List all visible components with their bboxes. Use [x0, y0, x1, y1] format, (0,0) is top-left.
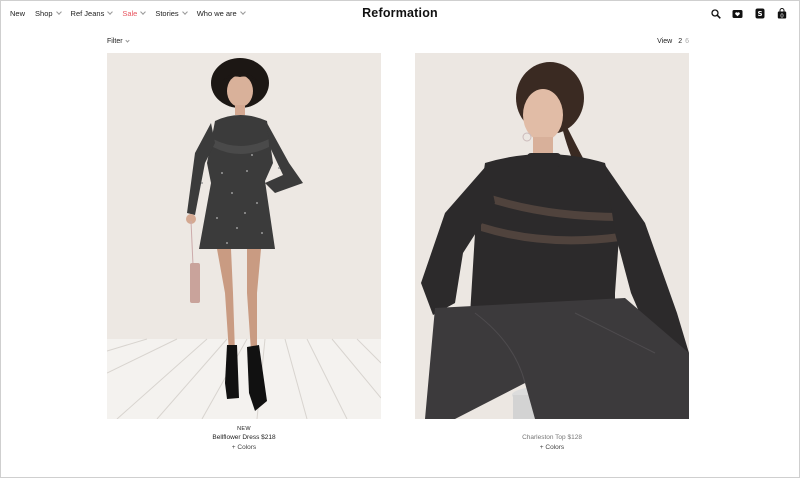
chevron-down-icon — [124, 38, 130, 43]
account-icon[interactable]: S — [754, 8, 765, 19]
brand-logo[interactable]: Reformation — [362, 6, 438, 20]
view-option-6[interactable]: 6 — [685, 38, 689, 45]
svg-text:S: S — [757, 10, 762, 18]
product-image[interactable] — [415, 53, 689, 419]
view-option-2[interactable]: 2 — [678, 38, 682, 45]
new-badge: NEW — [237, 426, 251, 432]
view-label: View — [657, 38, 673, 45]
new-badge — [415, 426, 689, 433]
svg-text:0: 0 — [780, 13, 784, 19]
product-image[interactable] — [107, 53, 381, 419]
header-actions: S 0 — [699, 8, 787, 19]
filter-toggle[interactable]: Filter — [107, 38, 130, 45]
product-name-price[interactable]: Bellflower Dress $218 — [107, 433, 381, 443]
brand-logo-container: Reformation — [0, 6, 800, 20]
product-card[interactable]: Charleston Top $128 + Colors — [415, 53, 689, 453]
wishlist-heart-icon[interactable] — [732, 8, 743, 19]
view-switcher: View 2 6 — [657, 38, 689, 45]
product-caption: Charleston Top $128 + Colors — [415, 426, 689, 453]
product-name-price[interactable]: Charleston Top $128 — [415, 433, 689, 443]
more-colors-link[interactable]: + Colors — [415, 443, 689, 453]
product-card[interactable]: NEW Bellflower Dress $218 + Colors — [107, 53, 381, 453]
shopping-bag-icon[interactable]: 0 — [776, 8, 787, 19]
product-caption: NEW Bellflower Dress $218 + Colors — [107, 426, 381, 453]
more-colors-link[interactable]: + Colors — [107, 443, 381, 453]
search-icon[interactable] — [710, 8, 721, 19]
filter-label: Filter — [107, 38, 123, 45]
